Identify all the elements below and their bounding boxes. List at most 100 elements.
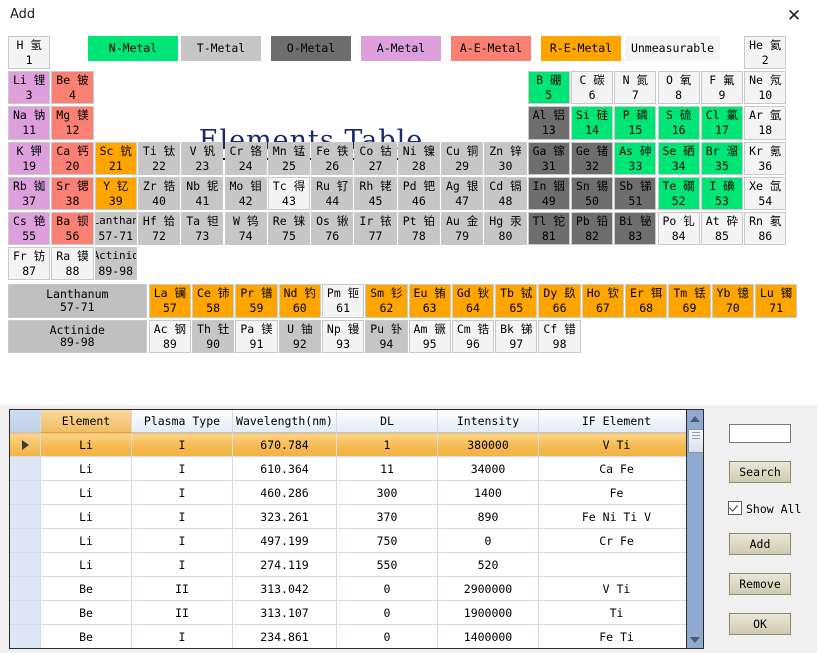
table-row[interactable]: Li I 274.119 550 520 [10, 552, 694, 577]
element-cell-cf[interactable]: Cf 错 98 [538, 319, 581, 353]
element-cell-ar[interactable]: Ar 氩 18 [744, 106, 787, 140]
element-cell-zr[interactable]: Zr 锆 40 [137, 176, 181, 210]
column-header-element[interactable]: Element [40, 410, 132, 433]
element-cell-tm[interactable]: Tm 铥 69 [668, 284, 711, 318]
element-cell-cs[interactable]: Cs 铯 55 [8, 212, 51, 246]
scrollbar-thumb[interactable] [688, 429, 703, 453]
element-cell-ti[interactable]: Ti 钛 22 [137, 141, 181, 175]
element-cell-pr[interactable]: Pr 镨 59 [235, 284, 278, 318]
element-cell-cr[interactable]: Cr 铬 24 [224, 141, 267, 175]
element-cell-tl[interactable]: Tl 铊 81 [527, 212, 570, 246]
element-cell-ce[interactable]: Ce 铈 58 [192, 284, 235, 318]
row-selector-cell[interactable] [10, 552, 41, 577]
scroll-down-arrow-icon[interactable] [687, 631, 703, 648]
element-cell-yb[interactable]: Yb 镱 70 [711, 284, 754, 318]
spectral-lines-grid[interactable]: Element Plasma Type Wavelength(nm) DL In… [9, 409, 704, 649]
element-cell-er[interactable]: Er 铒 68 [625, 284, 668, 318]
element-cell-y[interactable]: Y 钇 39 [94, 176, 137, 210]
element-cell-tb[interactable]: Tb 铽 65 [495, 284, 538, 318]
element-cell-ru[interactable]: Ru 钌 44 [311, 176, 354, 210]
element-cell-cm[interactable]: Cm 锆 96 [451, 319, 495, 353]
row-selector-cell[interactable] [10, 456, 41, 481]
table-row[interactable]: Li I 497.199 750 0 Cr Fe [10, 528, 694, 553]
element-cell-p[interactable]: P 磷 15 [614, 106, 657, 140]
element-cell-zn[interactable]: Zn 锌 30 [484, 141, 527, 175]
element-cell-cd[interactable]: Cd 镉 48 [484, 176, 527, 210]
element-cell-si[interactable]: Si 硅 14 [570, 106, 614, 140]
element-cell-re[interactable]: Re 铼 75 [267, 212, 311, 246]
search-button[interactable]: Search [729, 461, 791, 483]
element-cell-in[interactable]: In 铟 49 [527, 176, 570, 210]
element-cell-sm[interactable]: Sm 钐 62 [365, 284, 408, 318]
element-cell-ir[interactable]: Ir 铱 77 [354, 212, 397, 246]
element-cell-s[interactable]: S 硫 16 [657, 106, 700, 140]
element-cell-au[interactable]: Au 金 79 [441, 212, 484, 246]
row-selector-cell[interactable] [10, 528, 41, 553]
element-cell-gd[interactable]: Gd 钬 64 [451, 284, 495, 318]
element-cell-ne[interactable]: Ne 氖 10 [744, 71, 787, 105]
table-row[interactable]: Li I 670.784 1 380000 V Ti [10, 432, 694, 457]
column-header-wavelength[interactable]: Wavelength(nm) [232, 410, 337, 433]
element-cell-rb[interactable]: Rb 铷 37 [8, 176, 51, 210]
element-cell-pt[interactable]: Pt 铂 78 [397, 212, 440, 246]
element-cell-fr[interactable]: Fr 钫 87 [8, 247, 51, 281]
add-button[interactable]: Add [729, 533, 791, 555]
element-cell-ca[interactable]: Ca 钙 20 [51, 141, 94, 175]
element-cell-i[interactable]: I 碘 53 [700, 176, 744, 210]
element-cell-ta[interactable]: Ta 钽 73 [181, 212, 224, 246]
element-cell-ho[interactable]: Ho 钦 67 [581, 284, 625, 318]
table-row[interactable]: Li I 460.286 300 1400 Fe [10, 480, 694, 505]
element-cell-mo[interactable]: Mo 钼 42 [224, 176, 267, 210]
element-cell-at[interactable]: At 砕 85 [700, 212, 744, 246]
element-cell-na[interactable]: Na 钠 11 [8, 106, 51, 140]
column-header-if-element[interactable]: IF Element [538, 410, 694, 433]
element-cell-bk[interactable]: Bk 锑 97 [495, 319, 538, 353]
element-cell-k[interactable]: K 钾 19 [8, 141, 51, 175]
row-selector-cell[interactable] [10, 432, 41, 457]
row-selector-cell[interactable] [10, 504, 41, 529]
element-cell-ra[interactable]: Ra 镆 88 [51, 247, 94, 281]
table-row[interactable]: Li I 323.261 370 890 Fe Ni Ti V [10, 504, 694, 529]
element-cell-eu[interactable]: Eu 铕 63 [408, 284, 451, 318]
grid-vertical-scrollbar[interactable] [686, 410, 703, 648]
close-icon[interactable]: ✕ [779, 4, 809, 28]
element-cell-am[interactable]: Am 镢 95 [408, 319, 451, 353]
scroll-up-arrow-icon[interactable] [687, 410, 703, 427]
element-cell-li[interactable]: Li 锂3 [8, 71, 51, 105]
table-row[interactable]: BeI217.49440 [10, 649, 694, 650]
element-cell-nb[interactable]: Nb 铌 41 [181, 176, 224, 210]
element-cell-o[interactable]: O 氧8 [657, 71, 700, 105]
element-cell-pd[interactable]: Pd 钯 46 [397, 176, 440, 210]
element-cell-w[interactable]: W 钨 74 [224, 212, 267, 246]
element-cell-b[interactable]: B 硼5 [527, 71, 570, 105]
column-header-plasma-type[interactable]: Plasma Type [131, 410, 233, 433]
row-selector-cell[interactable] [10, 649, 41, 650]
element-cell-pa[interactable]: Pa 镁 91 [235, 319, 278, 353]
element-cell-sc[interactable]: Sc 钪 21 [94, 141, 137, 175]
row-selector-cell[interactable] [10, 624, 41, 648]
element-cell-ga[interactable]: Ga 镓 31 [527, 141, 570, 175]
table-row[interactable]: Be I 234.861 0 1400000 Fe Ti [10, 624, 694, 648]
element-cell-mg[interactable]: Mg 镁 12 [51, 106, 94, 140]
element-cell-te[interactable]: Te 礀 52 [657, 176, 700, 210]
element-cell-cu[interactable]: Cu 铜 29 [441, 141, 484, 175]
element-cell-kr[interactable]: Kr 氪 36 [744, 141, 787, 175]
row-selector-cell[interactable] [10, 600, 41, 625]
element-cell-f[interactable]: F 氟9 [700, 71, 744, 105]
element-cell-lanthan[interactable]: Lanthan 57-71 [94, 212, 137, 246]
element-cell-ge[interactable]: Ge 锗 32 [570, 141, 614, 175]
element-cell-sn[interactable]: Sn 锡 50 [570, 176, 614, 210]
element-cell-po[interactable]: Po 钆 84 [657, 212, 700, 246]
element-cell-al[interactable]: Al 铝 13 [527, 106, 570, 140]
column-header-dl[interactable]: DL [336, 410, 438, 433]
element-cell-n[interactable]: N 氮7 [614, 71, 657, 105]
table-row[interactable]: Be II 313.042 0 2900000 V Ti [10, 576, 694, 601]
element-cell-se[interactable]: Se 硒 34 [657, 141, 700, 175]
element-cell-np[interactable]: Np 镘 93 [321, 319, 365, 353]
element-cell-he[interactable]: He 氦2 [744, 36, 787, 70]
table-row[interactable]: Be II 313.107 0 1900000 Ti [10, 600, 694, 625]
element-cell-os[interactable]: Os 锹 76 [311, 212, 354, 246]
element-cell-dy[interactable]: Dy 镹 66 [538, 284, 581, 318]
element-cell-actinid[interactable]: Actinid 89-98 [94, 247, 137, 281]
element-cell-rn[interactable]: Rn 氡 86 [744, 212, 787, 246]
